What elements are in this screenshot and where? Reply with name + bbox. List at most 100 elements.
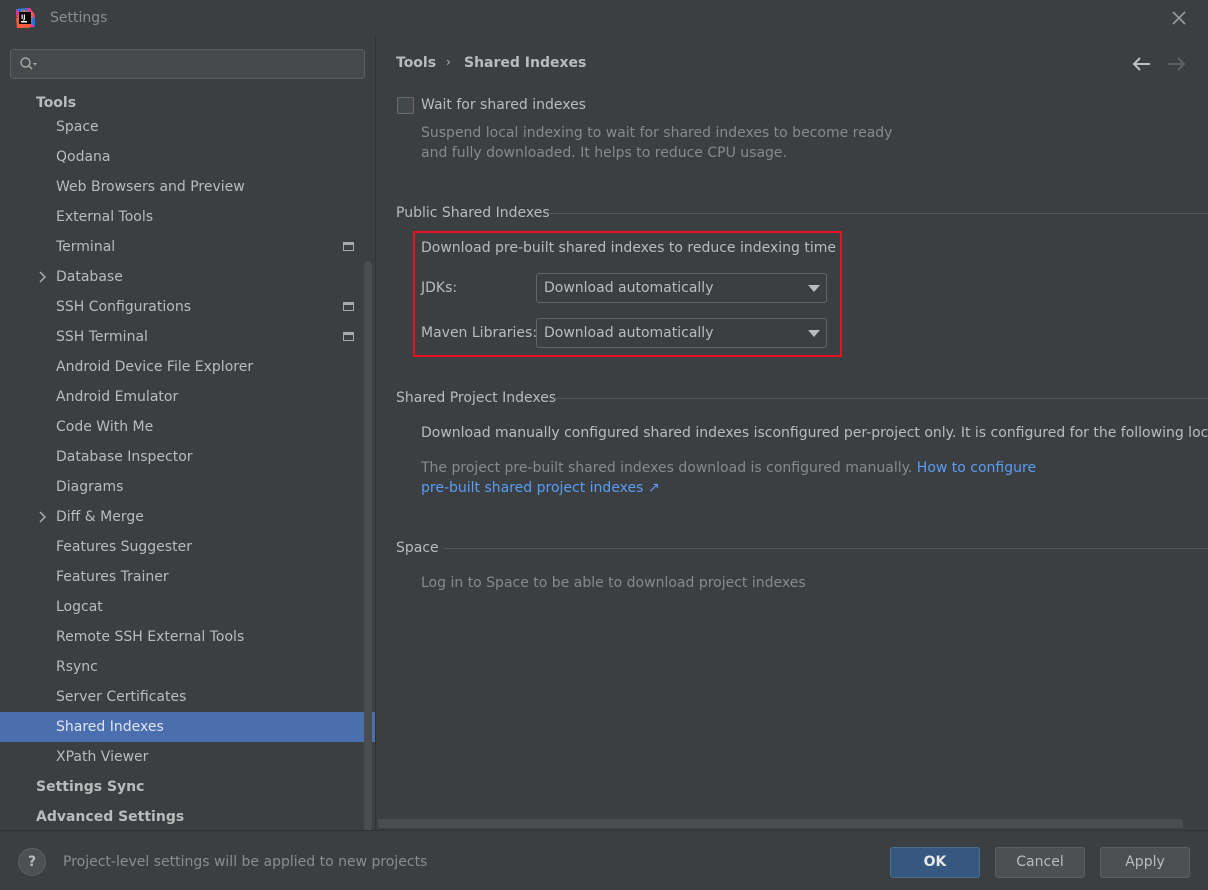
- sidebar-scrollbar[interactable]: [364, 261, 372, 831]
- wait-for-shared-indexes-checkbox[interactable]: [397, 97, 414, 114]
- apply-button[interactable]: Apply: [1100, 847, 1190, 878]
- sidebar-item-android-emulator[interactable]: Android Emulator: [0, 382, 372, 412]
- public-shared-indexes-title: Public Shared Indexes: [396, 205, 550, 221]
- project-level-icon: [343, 332, 354, 341]
- sidebar-item-server-certificates[interactable]: Server Certificates: [0, 682, 372, 712]
- public-intro-text: Download pre-built shared indexes to red…: [421, 240, 837, 256]
- sidebar-item-xpath-viewer[interactable]: XPath Viewer: [0, 742, 372, 772]
- sidebar-item-label: Features Suggester: [56, 539, 192, 555]
- section-divider: [548, 213, 1208, 214]
- wait-description-line1: Suspend local indexing to wait for share…: [421, 125, 893, 141]
- sidebar-item-diagrams[interactable]: Diagrams: [0, 472, 372, 502]
- dropdown-arrow-icon: [808, 330, 820, 337]
- title-bar: IJ Settings: [0, 0, 1208, 36]
- sidebar-item-label: Shared Indexes: [56, 719, 164, 735]
- sidebar-item-label: Features Trainer: [56, 569, 169, 585]
- search-icon: [20, 57, 37, 70]
- sidebar-item-space[interactable]: Space: [0, 112, 372, 142]
- sidebar-item-label: Logcat: [56, 599, 103, 615]
- sidebar-item-label: Diagrams: [56, 479, 124, 495]
- breadcrumb-parent[interactable]: Tools: [396, 55, 436, 71]
- content-horizontal-scrollbar[interactable]: [378, 819, 1183, 828]
- sidebar-item-remote-ssh-external-tools[interactable]: Remote SSH External Tools: [0, 622, 372, 652]
- sidebar-group-label: Tools: [36, 95, 77, 111]
- ok-button[interactable]: OK: [890, 847, 980, 878]
- search-input[interactable]: [10, 49, 365, 79]
- maven-libraries-label: Maven Libraries:: [421, 325, 538, 341]
- sidebar-item-features-suggester[interactable]: Features Suggester: [0, 532, 372, 562]
- sidebar-item-web-browsers[interactable]: Web Browsers and Preview: [0, 172, 372, 202]
- intellij-logo-icon: IJ: [16, 8, 35, 28]
- space-section-title: Space: [396, 540, 439, 556]
- breadcrumb-current: Shared Indexes: [464, 55, 587, 71]
- sidebar-item-label: Diff & Merge: [56, 509, 144, 525]
- sidebar-item-label: XPath Viewer: [56, 749, 149, 765]
- sidebar-item-code-with-me[interactable]: Code With Me: [0, 412, 372, 442]
- project-indexes-note: The project pre-built shared indexes dow…: [421, 460, 913, 476]
- sidebar-group-settings-sync[interactable]: Settings Sync: [36, 772, 372, 802]
- project-indexes-description: Download manually configured shared inde…: [421, 425, 1208, 441]
- help-button[interactable]: ?: [18, 848, 46, 876]
- sidebar-item-features-trainer[interactable]: Features Trainer: [0, 562, 372, 592]
- space-description: Log in to Space to be able to download p…: [421, 575, 806, 591]
- sidebar-item-label: Web Browsers and Preview: [56, 179, 245, 195]
- sidebar-item-ssh-terminal[interactable]: SSH Terminal: [0, 322, 372, 352]
- section-divider: [444, 548, 1208, 549]
- sidebar-item-label: Code With Me: [56, 419, 154, 435]
- sidebar-item-label: Qodana: [56, 149, 111, 165]
- wait-checkbox-label[interactable]: Wait for shared indexes: [421, 97, 586, 113]
- jdks-label: JDKs:: [421, 280, 458, 296]
- maven-libraries-dropdown[interactable]: Download automatically: [536, 318, 827, 348]
- project-level-icon: [343, 302, 354, 311]
- sidebar-item-label: Android Emulator: [56, 389, 179, 405]
- sidebar-item-label: Database: [56, 269, 123, 285]
- sidebar-item-label: Database Inspector: [56, 449, 193, 465]
- sidebar-item-rsync[interactable]: Rsync: [0, 652, 372, 682]
- sidebar-group-advanced-settings[interactable]: Advanced Settings: [36, 802, 372, 832]
- sidebar-item-label: Rsync: [56, 659, 98, 675]
- chevron-right-icon[interactable]: [38, 271, 48, 283]
- sidebar-group-label: Advanced Settings: [36, 809, 185, 825]
- cancel-button[interactable]: Cancel: [995, 847, 1085, 878]
- section-divider: [554, 398, 1208, 399]
- sidebar-item-external-tools[interactable]: External Tools: [0, 202, 372, 232]
- shared-project-indexes-link[interactable]: pre-built shared project indexes ↗: [421, 480, 660, 496]
- sidebar-group-label: Settings Sync: [36, 779, 145, 795]
- sidebar-item-shared-indexes[interactable]: Shared Indexes: [0, 712, 375, 742]
- project-indexes-note-line: The project pre-built shared indexes dow…: [421, 460, 1036, 476]
- sidebar-item-label: SSH Terminal: [56, 329, 148, 345]
- dialog-footer: ? Project-level settings will be applied…: [0, 830, 1208, 890]
- sidebar-item-label: Space: [56, 119, 99, 135]
- sidebar-item-qodana[interactable]: Qodana: [0, 142, 372, 172]
- settings-sidebar: Tools Space Qodana Web Browsers and Prev…: [0, 36, 375, 832]
- shared-project-indexes-title: Shared Project Indexes: [396, 390, 557, 406]
- wait-description-line2: and fully downloaded. It helps to reduce…: [421, 145, 787, 161]
- back-arrow-icon[interactable]: [1132, 57, 1152, 71]
- how-to-configure-link[interactable]: How to configure: [917, 460, 1036, 476]
- dropdown-arrow-icon: [808, 285, 820, 292]
- project-level-icon: [343, 242, 354, 251]
- svg-text:IJ: IJ: [21, 14, 25, 21]
- sidebar-item-diff-merge[interactable]: Diff & Merge: [0, 502, 372, 532]
- status-message: Project-level settings will be applied t…: [63, 854, 428, 870]
- window-title: Settings: [50, 10, 108, 26]
- breadcrumb-separator-icon: ›: [446, 55, 451, 69]
- sidebar-item-label: Remote SSH External Tools: [56, 629, 245, 645]
- chevron-right-icon[interactable]: [38, 511, 48, 523]
- jdks-dropdown-value: Download automatically: [544, 280, 714, 296]
- close-icon[interactable]: [1170, 9, 1188, 27]
- settings-content: Tools › Shared Indexes Wait for shared i…: [376, 36, 1208, 830]
- sidebar-item-database-inspector[interactable]: Database Inspector: [0, 442, 372, 472]
- sidebar-item-label: SSH Configurations: [56, 299, 191, 315]
- sidebar-item-database[interactable]: Database: [0, 262, 372, 292]
- sidebar-item-terminal[interactable]: Terminal: [0, 232, 372, 262]
- sidebar-item-logcat[interactable]: Logcat: [0, 592, 372, 622]
- forward-arrow-icon[interactable]: [1166, 57, 1186, 71]
- sidebar-item-android-device-file-explorer[interactable]: Android Device File Explorer: [0, 352, 372, 382]
- maven-dropdown-value: Download automatically: [544, 325, 714, 341]
- jdks-dropdown[interactable]: Download automatically: [536, 273, 827, 303]
- sidebar-item-label: Server Certificates: [56, 689, 187, 705]
- sidebar-item-label: External Tools: [56, 209, 154, 225]
- sidebar-item-ssh-configurations[interactable]: SSH Configurations: [0, 292, 372, 322]
- sidebar-item-label: Terminal: [56, 239, 116, 255]
